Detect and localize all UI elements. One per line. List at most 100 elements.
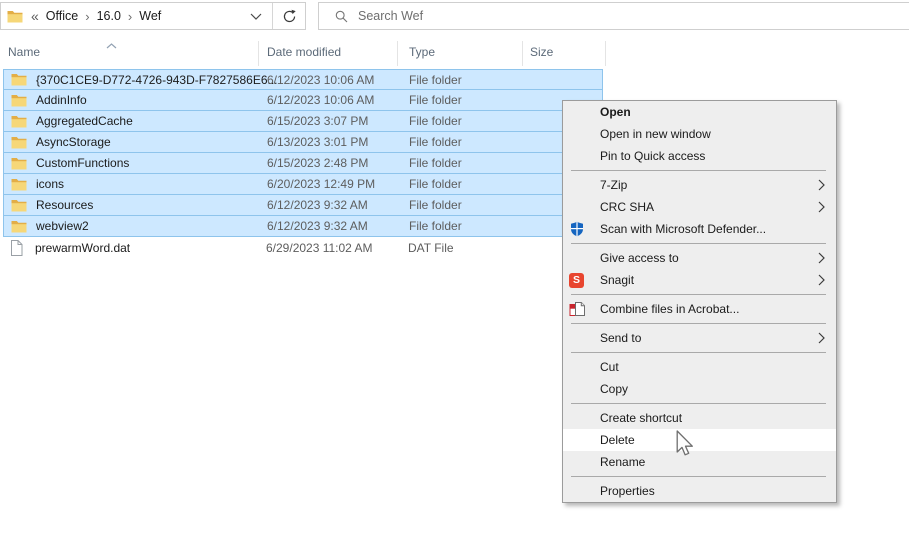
file-name: AsyncStorage	[36, 135, 111, 149]
context-menu-item[interactable]: Open	[563, 101, 836, 123]
file-row[interactable]: Resources 6/12/2023 9:32 AM File folder	[3, 195, 603, 216]
file-type: File folder	[409, 73, 462, 87]
file-type: File folder	[409, 198, 462, 212]
file-date-modified: 6/29/2023 11:02 AM	[266, 241, 373, 255]
menu-item-label: Snagit	[600, 273, 634, 287]
search-box[interactable]	[318, 2, 909, 30]
file-row[interactable]: icons 6/20/2023 12:49 PM File folder	[3, 174, 603, 195]
file-type: File folder	[409, 177, 462, 191]
context-menu-item[interactable]: CRC SHA	[563, 196, 836, 218]
menu-item-label: Open	[600, 105, 631, 119]
file-list: {370C1CE9-D772-4726-943D-F7827586E6... 6…	[3, 69, 603, 258]
sort-ascending-icon	[106, 38, 117, 52]
file-date-modified: 6/12/2023 10:06 AM	[267, 93, 374, 107]
column-header-name[interactable]: Name	[8, 45, 40, 59]
file-date-modified: 6/15/2023 2:48 PM	[267, 156, 368, 170]
context-menu-item[interactable]: Copy	[563, 378, 836, 400]
column-divider[interactable]	[397, 41, 398, 66]
column-header-date-modified[interactable]: Date modified	[267, 45, 341, 59]
file-date-modified: 6/12/2023 9:32 AM	[267, 198, 368, 212]
menu-separator	[571, 352, 826, 353]
folder-icon	[11, 157, 27, 170]
explorer-window: { "address_bar": { "back_chevrons": "\u0…	[0, 0, 909, 537]
file-icon	[10, 240, 26, 256]
breadcrumb-collapse-chevrons[interactable]: «	[31, 8, 39, 24]
breadcrumb-chevron-icon[interactable]: ›	[85, 9, 89, 24]
menu-separator	[571, 476, 826, 477]
column-header-type[interactable]: Type	[409, 45, 435, 59]
search-input[interactable]	[358, 9, 909, 23]
address-dropdown-chevron-icon[interactable]	[250, 13, 262, 20]
submenu-chevron-icon	[818, 252, 825, 264]
menu-item-label: Send to	[600, 331, 641, 345]
column-headers: Name Date modified Type Size	[0, 38, 909, 66]
file-date-modified: 6/12/2023 9:32 AM	[267, 219, 368, 233]
folder-icon	[11, 199, 27, 212]
context-menu-item[interactable]: 7-Zip	[563, 174, 836, 196]
context-menu-item[interactable]: Pin to Quick access	[563, 145, 836, 167]
folder-icon	[11, 220, 27, 233]
folder-icon	[11, 94, 27, 107]
context-menu-item[interactable]: Delete	[563, 429, 836, 451]
breadcrumb-segment-wef[interactable]: Wef	[139, 9, 161, 23]
menu-item-label: CRC SHA	[600, 200, 654, 214]
file-name: webview2	[36, 219, 89, 233]
defender-shield-icon	[569, 221, 586, 237]
folder-icon	[11, 73, 27, 86]
file-row[interactable]: CustomFunctions 6/15/2023 2:48 PM File f…	[3, 153, 603, 174]
file-row[interactable]: prewarmWord.dat 6/29/2023 11:02 AM DAT F…	[3, 237, 603, 258]
address-bar[interactable]: « Office › 16.0 › Wef	[0, 2, 306, 30]
file-name: AddinInfo	[36, 93, 87, 107]
context-menu-item[interactable]: S Snagit	[563, 269, 836, 291]
menu-item-label: Create shortcut	[600, 411, 682, 425]
menu-item-label: Delete	[600, 433, 635, 447]
file-row[interactable]: AddinInfo 6/12/2023 10:06 AM File folder	[3, 90, 603, 111]
submenu-chevron-icon	[818, 179, 825, 191]
column-divider[interactable]	[522, 41, 523, 66]
context-menu-item[interactable]: Send to	[563, 327, 836, 349]
file-row[interactable]: AsyncStorage 6/13/2023 3:01 PM File fold…	[3, 132, 603, 153]
search-icon	[335, 10, 348, 23]
file-type: DAT File	[408, 241, 454, 255]
file-row[interactable]: webview2 6/12/2023 9:32 AM File folder	[3, 216, 603, 237]
acrobat-combine-icon	[569, 301, 586, 317]
menu-item-label: 7-Zip	[600, 178, 627, 192]
file-name: CustomFunctions	[36, 156, 129, 170]
context-menu-item[interactable]: Combine files in Acrobat...	[563, 298, 836, 320]
menu-item-label: Properties	[600, 484, 655, 498]
file-row[interactable]: AggregatedCache 6/15/2023 3:07 PM File f…	[3, 111, 603, 132]
column-divider[interactable]	[605, 41, 606, 66]
file-row[interactable]: {370C1CE9-D772-4726-943D-F7827586E6... 6…	[3, 69, 603, 90]
folder-icon	[11, 136, 27, 149]
context-menu-item[interactable]: Properties	[563, 480, 836, 502]
context-menu-item[interactable]: Rename	[563, 451, 836, 473]
breadcrumb-segment-16-0[interactable]: 16.0	[97, 9, 121, 23]
breadcrumb-segment-office[interactable]: Office	[46, 9, 78, 23]
breadcrumb-chevron-icon[interactable]: ›	[128, 9, 132, 24]
menu-separator	[571, 323, 826, 324]
menu-item-label: Rename	[600, 455, 645, 469]
file-name: prewarmWord.dat	[35, 241, 130, 255]
context-menu-item[interactable]: Create shortcut	[563, 407, 836, 429]
file-name: {370C1CE9-D772-4726-943D-F7827586E6...	[36, 73, 278, 87]
file-type: File folder	[409, 114, 462, 128]
column-divider[interactable]	[258, 41, 259, 66]
menu-item-label: Scan with Microsoft Defender...	[600, 222, 766, 236]
context-menu-item[interactable]: Give access to	[563, 247, 836, 269]
file-date-modified: 6/15/2023 3:07 PM	[267, 114, 368, 128]
submenu-chevron-icon	[818, 274, 825, 286]
file-type: File folder	[409, 93, 462, 107]
column-header-size[interactable]: Size	[530, 45, 553, 59]
menu-item-label: Pin to Quick access	[600, 149, 705, 163]
menu-item-label: Open in new window	[600, 127, 711, 141]
context-menu-item[interactable]: Scan with Microsoft Defender...	[563, 218, 836, 240]
context-menu-item[interactable]: Cut	[563, 356, 836, 378]
context-menu-item[interactable]: Open in new window	[563, 123, 836, 145]
file-type: File folder	[409, 135, 462, 149]
file-name: Resources	[36, 198, 93, 212]
folder-icon	[11, 178, 27, 191]
menu-separator	[571, 403, 826, 404]
refresh-icon	[282, 9, 297, 24]
refresh-button[interactable]	[273, 9, 305, 24]
file-date-modified: 6/20/2023 12:49 PM	[267, 177, 375, 191]
